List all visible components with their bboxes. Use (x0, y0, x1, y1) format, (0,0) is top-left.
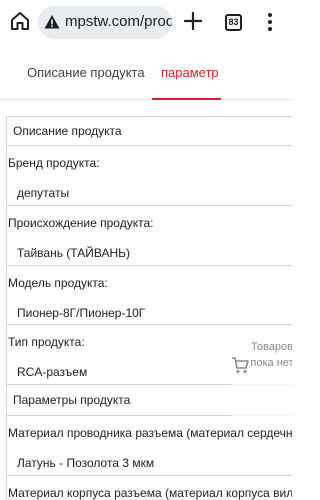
tab-parameters[interactable]: параметр (161, 65, 219, 80)
brand-label: Бренд продукта: (8, 156, 100, 170)
active-tab-indicator (152, 98, 221, 100)
home-icon[interactable] (9, 10, 31, 32)
type-label: Тип продукта: (8, 335, 85, 349)
table-row-model: Модель продукта: Пионер-8Г/Пионер-10Г (7, 266, 292, 325)
origin-label: Происхождение продукта: (8, 216, 154, 230)
warning-icon[interactable] (44, 14, 60, 30)
origin-value: Тайвань (ТАЙВАНЬ) (17, 246, 130, 260)
tab-switcher-button[interactable]: 83 (225, 14, 242, 31)
section-params-label: Параметры продукта (13, 393, 131, 407)
conductor-value: Латунь - Позолота 3 мкм (17, 456, 155, 470)
browser-toolbar: mpstw.com/prod 83 (0, 0, 292, 45)
conductor-label: Материал проводника разъема (материал се… (8, 426, 292, 440)
housing-label: Материал корпуса разъема (материал корпу… (8, 486, 292, 500)
table-row-origin: Происхождение продукта: Тайвань (ТАЙВАНЬ… (7, 206, 292, 266)
tab-bar: Описание продукта параметр (0, 45, 292, 100)
url-text: mpstw.com/prod (65, 13, 172, 30)
more-vert-icon[interactable] (266, 12, 274, 32)
model-label: Модель продукта: (8, 276, 108, 290)
floating-cart[interactable]: Товаров пока нет (231, 339, 292, 419)
table-row-housing: Материал корпуса разъема (материал корпу… (7, 476, 292, 500)
page-content: Описание продукта параметр Описание прод… (0, 45, 292, 500)
table-row-brand: Бренд продукта: депутаты (7, 146, 292, 206)
parameters-table: Описание продукта Бренд продукта: депута… (6, 116, 292, 500)
model-value: Пионер-8Г/Пионер-10Г (17, 306, 146, 320)
type-value: RCA-разъем (17, 365, 88, 379)
table-section-header: Описание продукта (7, 117, 292, 146)
table-row-conductor: Материал проводника разъема (материал се… (7, 416, 292, 476)
plus-icon[interactable] (183, 11, 203, 31)
cart-empty-text: Товаров пока нет (250, 341, 292, 369)
address-bar[interactable]: mpstw.com/prod (38, 6, 172, 39)
tab-description[interactable]: Описание продукта (27, 65, 145, 80)
section-description-label: Описание продукта (13, 124, 122, 138)
brand-value: депутаты (17, 186, 70, 200)
